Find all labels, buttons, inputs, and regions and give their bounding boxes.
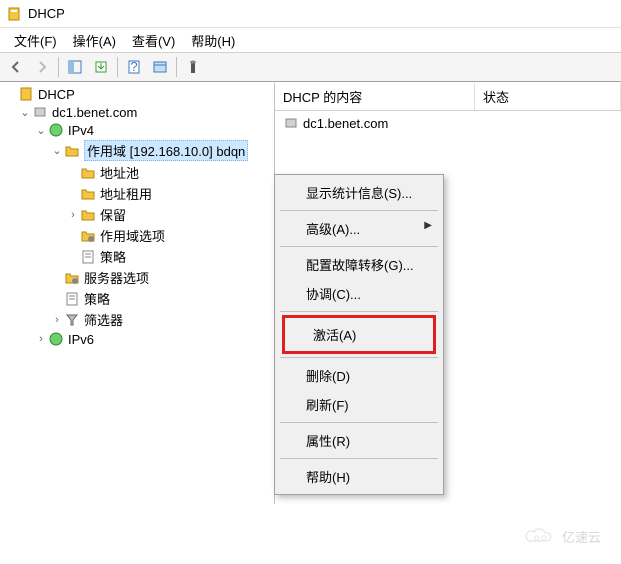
tree-pane: DHCP ⌄ dc1.benet.com ⌄ IPv4 ⌄ 作用域 [192.1… xyxy=(0,83,275,504)
menu-reconcile[interactable]: 协调(C)... xyxy=(278,279,440,308)
toolbar-separator xyxy=(117,57,118,77)
menu-show-stats[interactable]: 显示统计信息(S)... xyxy=(278,178,440,207)
forward-button[interactable] xyxy=(30,55,54,79)
expander-open-icon[interactable]: ⌄ xyxy=(50,144,64,157)
tree-address-leases[interactable]: 地址租用 xyxy=(2,183,272,204)
tree-reservations[interactable]: › 保留 xyxy=(2,204,272,225)
policy-icon xyxy=(64,291,80,307)
menu-refresh[interactable]: 刷新(F) xyxy=(278,390,440,419)
cloud-icon xyxy=(524,526,556,546)
options-icon xyxy=(64,270,80,286)
menubar: 文件(F) 操作(A) 查看(V) 帮助(H) xyxy=(0,28,621,52)
policy-icon xyxy=(80,249,96,265)
expander-open-icon[interactable]: ⌄ xyxy=(34,124,48,137)
menu-properties[interactable]: 属性(R) xyxy=(278,426,440,455)
expander-closed-icon[interactable]: › xyxy=(66,209,80,221)
show-hide-tree-button[interactable] xyxy=(63,55,87,79)
back-button[interactable] xyxy=(4,55,28,79)
watermark-text: 亿速云 xyxy=(562,527,601,546)
options-icon xyxy=(80,228,96,244)
server-icon xyxy=(283,115,299,131)
server-icon xyxy=(32,104,48,120)
menu-configure-failover[interactable]: 配置故障转移(G)... xyxy=(278,250,440,279)
tree-scope[interactable]: ⌄ 作用域 [192.168.10.0] bdqn xyxy=(2,139,272,162)
dhcp-icon xyxy=(18,86,34,102)
folder-icon xyxy=(80,207,96,223)
titlebar: DHCP xyxy=(0,0,621,28)
col-status[interactable]: 状态 xyxy=(475,83,621,110)
menu-advanced[interactable]: 高级(A)... ▶ xyxy=(278,214,440,243)
tree-policies-server[interactable]: 策略 xyxy=(2,288,272,309)
tree-label: 保留 xyxy=(100,205,126,224)
ipv6-icon xyxy=(48,331,64,347)
tree-scope-options[interactable]: 作用域选项 xyxy=(2,225,272,246)
expander-closed-icon[interactable]: › xyxy=(50,314,64,326)
tree-label: dc1.benet.com xyxy=(52,105,137,120)
tree-server[interactable]: ⌄ dc1.benet.com xyxy=(2,103,272,121)
properties-button[interactable] xyxy=(148,55,172,79)
window-title: DHCP xyxy=(28,6,65,21)
list-row[interactable]: dc1.benet.com xyxy=(277,113,619,133)
toolbar-separator xyxy=(58,57,59,77)
folder-icon xyxy=(64,143,80,159)
list-body: dc1.benet.com xyxy=(275,111,621,135)
folder-icon xyxy=(80,165,96,181)
tree-label: 策略 xyxy=(84,289,110,308)
menu-separator xyxy=(280,246,438,247)
tree-label: 作用域 [192.168.10.0] bdqn xyxy=(84,140,248,161)
toolbar-separator xyxy=(176,57,177,77)
tree-policies-scope[interactable]: 策略 xyxy=(2,246,272,267)
export-button[interactable] xyxy=(89,55,113,79)
folder-icon xyxy=(80,186,96,202)
menu-separator xyxy=(280,422,438,423)
tree-label: 策略 xyxy=(100,247,126,266)
submenu-arrow-icon: ▶ xyxy=(424,220,432,231)
tree-address-pool[interactable]: 地址池 xyxy=(2,162,272,183)
tree-root-dhcp[interactable]: DHCP xyxy=(2,85,272,103)
menu-help[interactable]: 帮助(H) xyxy=(278,462,440,491)
tree-ipv6[interactable]: › IPv6 xyxy=(2,330,272,348)
menu-label: 高级(A)... xyxy=(306,222,360,237)
watermark: 亿速云 xyxy=(524,526,601,546)
menu-separator xyxy=(280,311,438,312)
tree-ipv4[interactable]: ⌄ IPv4 xyxy=(2,121,272,139)
menu-separator xyxy=(280,357,438,358)
list-cell: dc1.benet.com xyxy=(303,116,388,131)
action-button[interactable] xyxy=(181,55,205,79)
tree-label: 地址租用 xyxy=(100,184,152,203)
tree-label: IPv6 xyxy=(68,332,94,347)
tree-server-options[interactable]: 服务器选项 xyxy=(2,267,272,288)
tree-label: DHCP xyxy=(38,87,75,102)
list-header: DHCP 的内容 状态 xyxy=(275,83,621,111)
highlight-annotation: 激活(A) xyxy=(282,315,436,354)
menu-activate[interactable]: 激活(A) xyxy=(285,320,433,349)
tree-label: 服务器选项 xyxy=(84,268,149,287)
tree-label: 地址池 xyxy=(100,163,139,182)
tree-filters[interactable]: › 筛选器 xyxy=(2,309,272,330)
tree-label: 筛选器 xyxy=(84,310,123,329)
menu-help[interactable]: 帮助(H) xyxy=(183,29,243,52)
menu-separator xyxy=(280,458,438,459)
col-name[interactable]: DHCP 的内容 xyxy=(275,83,475,110)
menu-delete[interactable]: 删除(D) xyxy=(278,361,440,390)
context-menu: 显示统计信息(S)... 高级(A)... ▶ 配置故障转移(G)... 协调(… xyxy=(274,174,444,495)
menu-action[interactable]: 操作(A) xyxy=(65,29,124,52)
menu-view[interactable]: 查看(V) xyxy=(124,29,183,52)
dhcp-app-icon xyxy=(6,6,22,22)
expander-closed-icon[interactable]: › xyxy=(34,333,48,345)
filter-icon xyxy=(64,312,80,328)
help-button[interactable]: ? xyxy=(122,55,146,79)
menu-file[interactable]: 文件(F) xyxy=(6,29,65,52)
svg-text:?: ? xyxy=(130,59,137,74)
ipv4-icon xyxy=(48,122,64,138)
tree-label: IPv4 xyxy=(68,123,94,138)
toolbar: ? xyxy=(0,52,621,82)
tree-label: 作用域选项 xyxy=(100,226,165,245)
menu-separator xyxy=(280,210,438,211)
expander-open-icon[interactable]: ⌄ xyxy=(18,106,32,119)
